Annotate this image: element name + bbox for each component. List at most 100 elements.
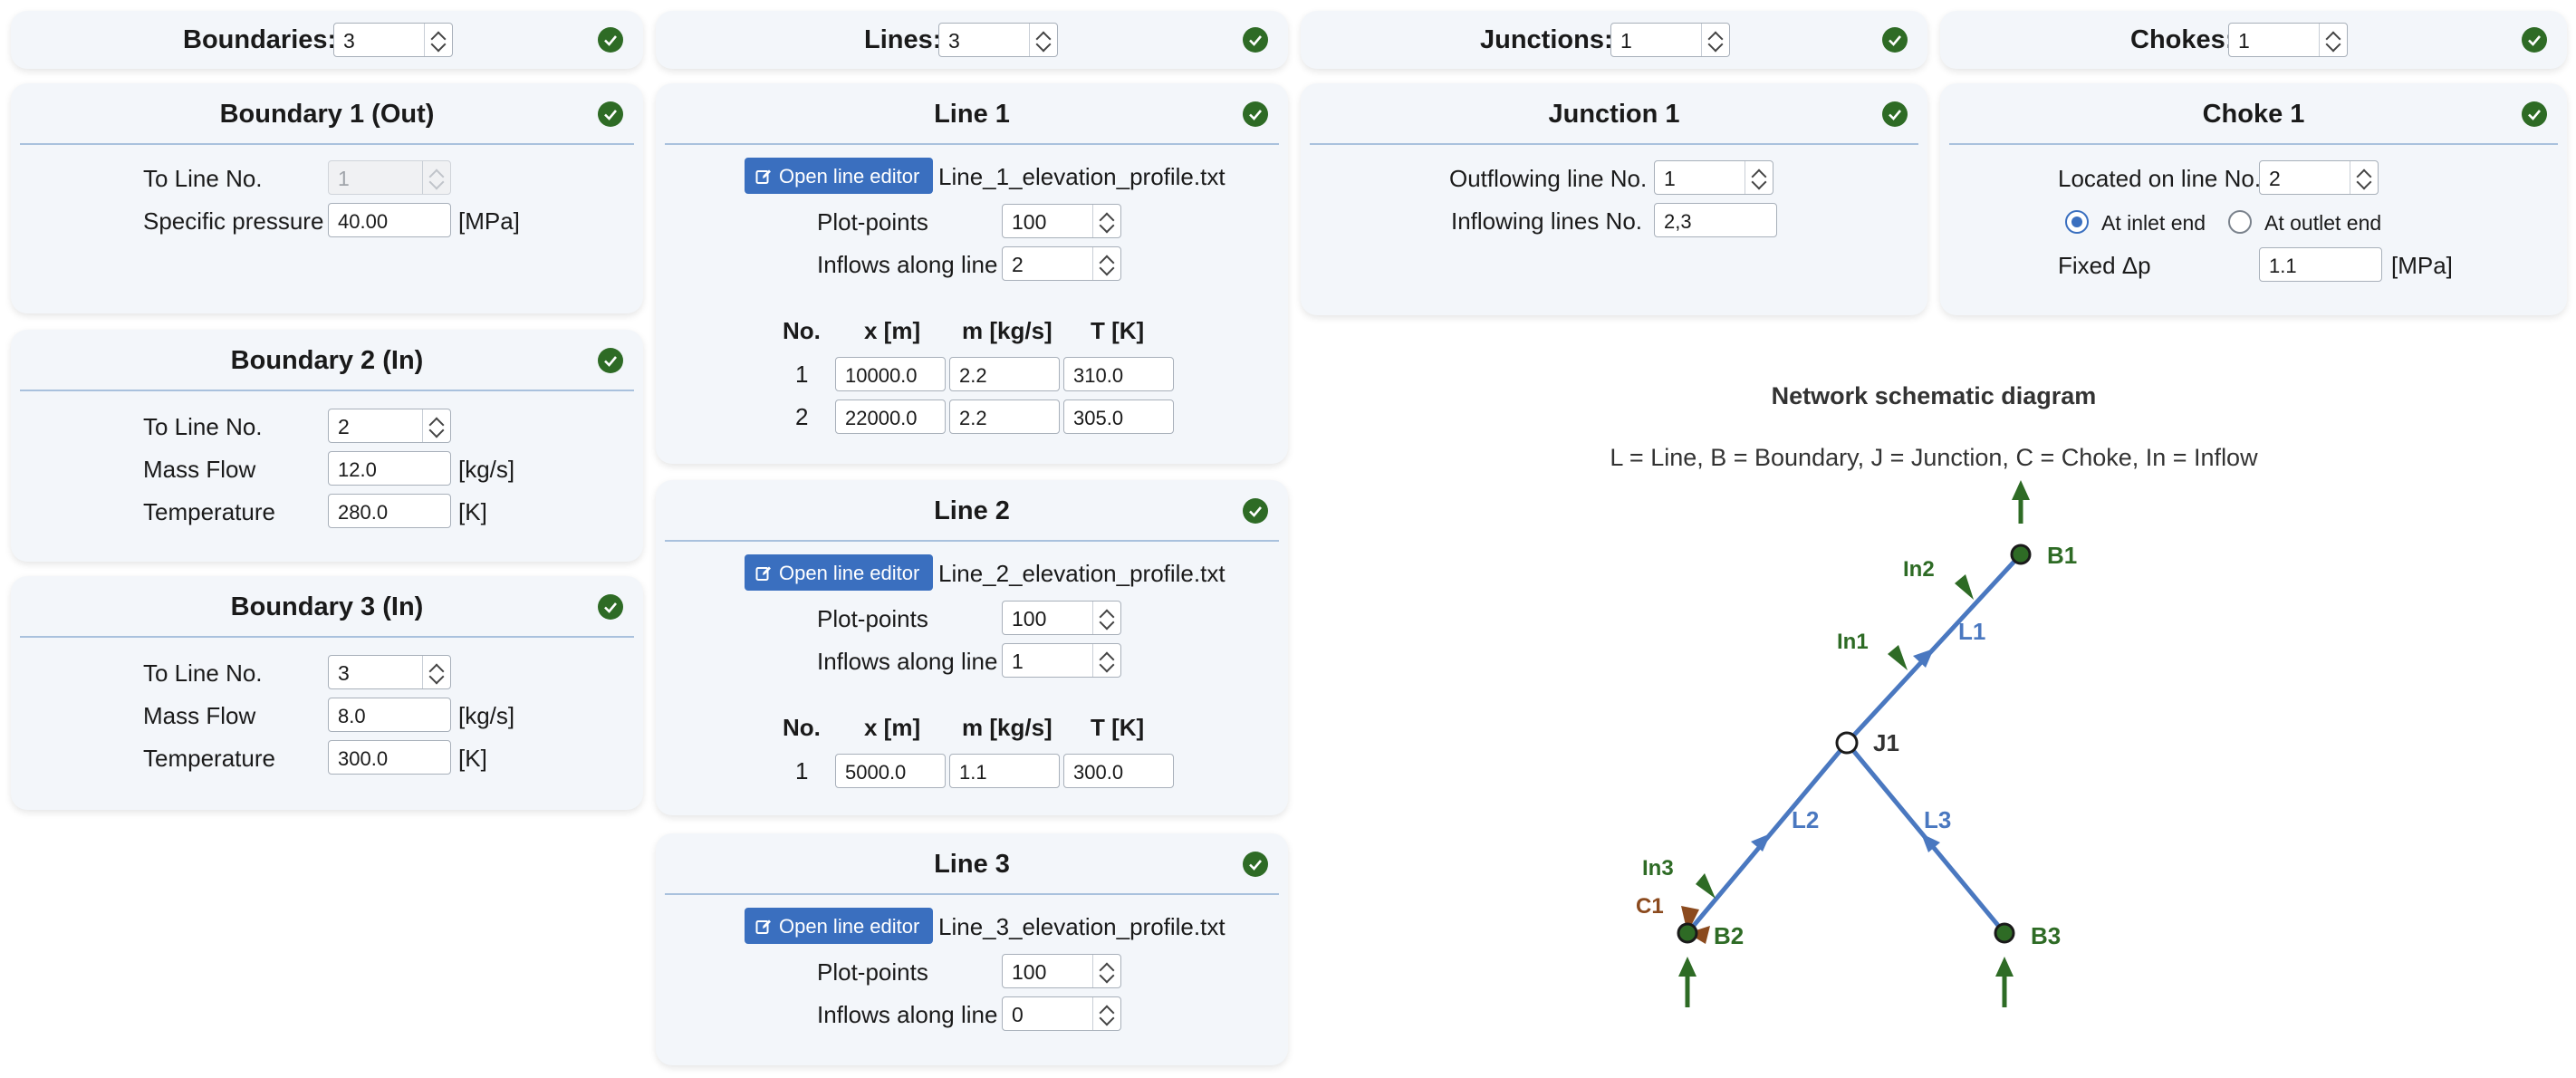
spinner-arrows-icon[interactable]: [1029, 24, 1057, 56]
spinner-arrows-icon[interactable]: [424, 24, 452, 56]
open-line-editor-button[interactable]: Open line editor: [745, 908, 933, 944]
chokes-count-bar: Chokes: 1: [1940, 11, 2567, 69]
junction-1-title: Junction 1: [1548, 100, 1680, 129]
row-m-input[interactable]: 2.2: [949, 399, 1060, 434]
mass-flow-input[interactable]: 12.0: [328, 451, 451, 486]
boundaries-count-value: 3: [343, 29, 355, 53]
row-x-input[interactable]: 22000.0: [835, 399, 946, 434]
check-icon: [2522, 27, 2547, 53]
to-line-spinner[interactable]: 2: [328, 409, 451, 443]
spinner-arrows-icon[interactable]: [1092, 602, 1120, 634]
inflowing-lines-input[interactable]: 2,3: [1654, 203, 1777, 237]
spinner-arrows-icon[interactable]: [2350, 161, 2378, 194]
choke-1-panel: Choke 1 Located on line No. 2 At inlet e…: [1940, 83, 2567, 315]
row-x-input[interactable]: 10000.0: [835, 357, 946, 391]
boundary-1-panel: Boundary 1 (Out) To Line No. 1 Specific …: [11, 83, 643, 313]
lines-count-spinner[interactable]: 3: [938, 23, 1058, 57]
spinner-arrows-icon[interactable]: [1745, 161, 1773, 194]
temperature-label: Temperature: [143, 745, 275, 772]
network-schematic: Network schematic diagram L = Line, B = …: [1301, 362, 2567, 1015]
line-1-title: Line 1: [934, 100, 1010, 129]
line-2-panel: Line 2 Open line editor Line_2_elevation…: [656, 480, 1288, 815]
label-j1: J1: [1873, 729, 1899, 756]
open-line-editor-button[interactable]: Open line editor: [745, 554, 933, 591]
inflows-value: 2: [1012, 253, 1024, 276]
spinner-arrows-icon[interactable]: [1092, 247, 1120, 280]
to-line-spinner[interactable]: 3: [328, 655, 451, 689]
row-t-input[interactable]: 305.0: [1063, 399, 1174, 434]
row-m-input[interactable]: 1.1: [949, 754, 1060, 788]
to-line-label: To Line No.: [143, 413, 263, 440]
label-in2: In2: [1903, 557, 1935, 582]
to-line-spinner: 1: [328, 160, 451, 195]
inflows-label: Inflows along line: [817, 251, 998, 278]
fixed-dp-unit: [MPa]: [2391, 252, 2453, 279]
spinner-arrows-icon[interactable]: [422, 656, 450, 688]
plot-points-label: Plot-points: [817, 605, 928, 632]
check-icon: [1243, 852, 1268, 877]
spinner-arrows-icon[interactable]: [1092, 644, 1120, 677]
open-line-editor-button[interactable]: Open line editor: [745, 158, 933, 194]
check-icon: [598, 101, 623, 127]
located-on-line-spinner[interactable]: 2: [2259, 160, 2379, 195]
mass-flow-input[interactable]: 8.0: [328, 698, 451, 732]
row-t-input[interactable]: 310.0: [1063, 357, 1174, 391]
fixed-dp-input[interactable]: 1.1: [2259, 247, 2382, 282]
plot-points-spinner[interactable]: 100: [1002, 204, 1121, 238]
chokes-count-value: 1: [2238, 29, 2250, 53]
row-no: 1: [795, 361, 809, 388]
to-line-label: To Line No.: [143, 165, 263, 192]
junction-1-panel: Junction 1 Outflowing line No. 1 Inflowi…: [1301, 83, 1927, 315]
col-header-no: No.: [783, 317, 821, 344]
plot-points-value: 100: [1012, 210, 1047, 234]
spinner-arrows-icon: [422, 161, 450, 194]
plot-points-spinner[interactable]: 100: [1002, 601, 1121, 635]
spinner-arrows-icon[interactable]: [2319, 24, 2347, 56]
spinner-arrows-icon[interactable]: [1092, 205, 1120, 237]
mass-flow-unit: [kg/s]: [458, 702, 515, 729]
row-x-input[interactable]: 5000.0: [835, 754, 946, 788]
col-header-m: m [kg/s]: [962, 317, 1053, 344]
pressure-label: Specific pressure: [143, 207, 324, 235]
inlet-end-radio[interactable]: [2065, 210, 2089, 234]
check-icon: [1882, 27, 1908, 53]
temperature-input[interactable]: 300.0: [328, 740, 451, 775]
outflowing-line-spinner[interactable]: 1: [1654, 160, 1773, 195]
plot-points-spinner[interactable]: 100: [1002, 954, 1121, 988]
row-t-input[interactable]: 300.0: [1063, 754, 1174, 788]
inflows-spinner[interactable]: 1: [1002, 643, 1121, 678]
pressure-input[interactable]: 40.00: [328, 203, 451, 237]
line-file-name: Line_3_elevation_profile.txt: [938, 913, 1226, 940]
line-file-name: Line_2_elevation_profile.txt: [938, 560, 1226, 587]
divider: [665, 143, 1279, 145]
divider: [20, 390, 634, 391]
divider: [1949, 143, 2558, 145]
inflows-spinner[interactable]: 2: [1002, 246, 1121, 281]
junctions-count-label: Junctions:: [1480, 25, 1613, 54]
inflows-spinner[interactable]: 0: [1002, 996, 1121, 1031]
spinner-arrows-icon[interactable]: [422, 409, 450, 442]
outlet-end-radio[interactable]: [2228, 210, 2252, 234]
boundary-2-panel: Boundary 2 (In) To Line No. 2 Mass Flow …: [11, 330, 643, 562]
label-l1: L1: [1958, 618, 1985, 645]
inflows-value: 1: [1012, 650, 1024, 673]
spinner-arrows-icon[interactable]: [1092, 955, 1120, 987]
check-icon: [1243, 27, 1268, 53]
col-header-no: No.: [783, 714, 821, 741]
spinner-arrows-icon[interactable]: [1701, 24, 1729, 56]
outflowing-line-label: Outflowing line No.: [1449, 165, 1648, 192]
spinner-arrows-icon[interactable]: [1092, 997, 1120, 1030]
divider: [20, 636, 634, 638]
junctions-count-spinner[interactable]: 1: [1610, 23, 1730, 57]
plot-points-label: Plot-points: [817, 208, 928, 236]
boundaries-count-spinner[interactable]: 3: [333, 23, 453, 57]
chokes-count-spinner[interactable]: 1: [2228, 23, 2348, 57]
check-icon: [2522, 101, 2547, 127]
mass-flow-unit: [kg/s]: [458, 456, 515, 483]
temperature-input[interactable]: 280.0: [328, 494, 451, 528]
diagram-legend: L = Line, B = Boundary, J = Junction, C …: [1610, 444, 2258, 471]
open-line-editor-label: Open line editor: [779, 915, 920, 938]
row-m-input[interactable]: 2.2: [949, 357, 1060, 391]
temperature-label: Temperature: [143, 498, 275, 525]
node-j1: [1835, 731, 1859, 755]
